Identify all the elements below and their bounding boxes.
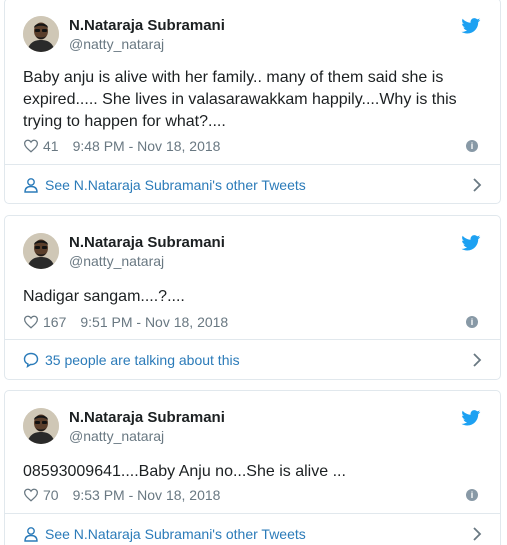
like-count[interactable]: 167 bbox=[43, 314, 66, 330]
chevron-right-icon[interactable] bbox=[472, 526, 482, 542]
other-tweets-link[interactable]: See N.Nataraja Subramani's other Tweets bbox=[5, 513, 500, 545]
avatar-photo bbox=[23, 233, 59, 269]
tweet-text: Baby anju is alive with her family.. man… bbox=[23, 69, 457, 130]
heart-icon[interactable] bbox=[23, 315, 39, 329]
author-name[interactable]: N.Nataraja Subramani bbox=[69, 234, 225, 251]
like-count[interactable]: 41 bbox=[43, 138, 59, 154]
footer-label[interactable]: See N.Nataraja Subramani's other Tweets bbox=[45, 177, 306, 193]
avatar[interactable] bbox=[23, 233, 59, 269]
twitter-bird-icon[interactable] bbox=[461, 235, 481, 251]
tweet-card: N.Nataraja Subramani @natty_nataraj Nadi… bbox=[4, 215, 501, 380]
info-icon[interactable]: i bbox=[466, 316, 478, 328]
avatar-photo bbox=[23, 16, 59, 52]
author-handle[interactable]: @natty_nataraj bbox=[69, 253, 164, 269]
chevron-right-icon[interactable] bbox=[472, 177, 482, 193]
author-handle[interactable]: @natty_nataraj bbox=[69, 36, 164, 52]
heart-icon[interactable] bbox=[23, 488, 39, 502]
footer-label[interactable]: 35 people are talking about this bbox=[45, 352, 240, 368]
speech-bubble-icon bbox=[23, 352, 39, 368]
twitter-bird-icon[interactable] bbox=[461, 410, 481, 426]
tweet-meta: 167 9:51 PM - Nov 18, 2018 i bbox=[23, 313, 484, 331]
tweet-timestamp[interactable]: 9:51 PM - Nov 18, 2018 bbox=[80, 314, 228, 330]
avatar[interactable] bbox=[23, 408, 59, 444]
person-icon bbox=[24, 177, 38, 193]
tweet-text: 08593009641....Baby Anju no...She is ali… bbox=[23, 463, 346, 480]
avatar[interactable] bbox=[23, 16, 59, 52]
tweet-header: N.Nataraja Subramani @natty_nataraj bbox=[23, 408, 483, 450]
heart-icon[interactable] bbox=[23, 139, 39, 153]
chevron-right-icon[interactable] bbox=[472, 352, 482, 368]
info-icon[interactable]: i bbox=[466, 489, 478, 501]
avatar-photo bbox=[23, 408, 59, 444]
author-name[interactable]: N.Nataraja Subramani bbox=[69, 17, 225, 34]
tweet-meta: 41 9:48 PM - Nov 18, 2018 i bbox=[23, 137, 484, 155]
info-icon[interactable]: i bbox=[466, 140, 478, 152]
tweet-meta: 70 9:53 PM - Nov 18, 2018 i bbox=[23, 486, 484, 504]
tweet-card: N.Nataraja Subramani @natty_nataraj Baby… bbox=[4, 0, 501, 204]
tweet-header: N.Nataraja Subramani @natty_nataraj bbox=[23, 233, 483, 275]
like-count[interactable]: 70 bbox=[43, 487, 59, 503]
twitter-bird-icon[interactable] bbox=[461, 18, 481, 34]
other-tweets-link[interactable]: See N.Nataraja Subramani's other Tweets bbox=[5, 164, 500, 204]
tweet-text: Nadigar sangam....?.... bbox=[23, 288, 185, 305]
conversation-link[interactable]: 35 people are talking about this bbox=[5, 339, 500, 379]
tweet-timestamp[interactable]: 9:53 PM - Nov 18, 2018 bbox=[73, 487, 221, 503]
tweet-header: N.Nataraja Subramani @natty_nataraj bbox=[23, 16, 483, 58]
person-icon bbox=[24, 526, 38, 542]
author-handle[interactable]: @natty_nataraj bbox=[69, 428, 164, 444]
tweet-timestamp[interactable]: 9:48 PM - Nov 18, 2018 bbox=[73, 138, 221, 154]
footer-label[interactable]: See N.Nataraja Subramani's other Tweets bbox=[45, 526, 306, 542]
author-name[interactable]: N.Nataraja Subramani bbox=[69, 409, 225, 426]
tweet-card: N.Nataraja Subramani @natty_nataraj 0859… bbox=[4, 390, 501, 545]
